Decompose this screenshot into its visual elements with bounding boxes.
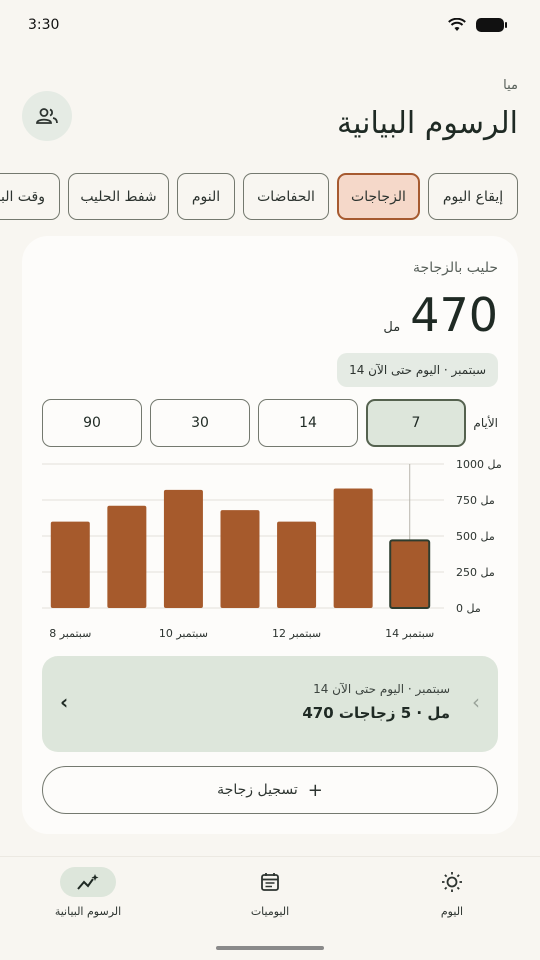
days-option-30[interactable]: 30 (150, 399, 250, 447)
days-option-7[interactable]: 7 (366, 399, 466, 447)
home-indicator[interactable] (216, 946, 324, 950)
x-tick-label: 12 سبتمبر (272, 627, 321, 640)
y-tick-label: 250 مل (456, 566, 495, 579)
status-time: 3:30 (28, 17, 60, 33)
bar (277, 521, 317, 608)
nav-today-label: اليوم (440, 905, 464, 918)
y-tick-label: 750 مل (456, 494, 495, 507)
y-tick-label: 0 مل (456, 602, 481, 615)
chip-diapers[interactable]: الحفاضات (243, 173, 329, 220)
plus-icon: + (307, 779, 323, 801)
chart-sparkle-icon (60, 867, 116, 897)
log-bottle-label: تسجيل زجاجة (217, 782, 298, 798)
day-summary[interactable]: ‹ 14 سبتمبر · اليوم حتى الآن 470 مل · 5 … (42, 656, 498, 752)
bar (220, 510, 260, 608)
status-icons (448, 18, 507, 32)
bottle-stats-card: حليب بالزجاجة مل 470 14 سبتمبر · اليوم ح… (22, 236, 518, 834)
calendar-icon (242, 867, 298, 897)
profiles-button[interactable] (22, 91, 72, 141)
bar (333, 488, 373, 608)
days-label: الأيام (473, 416, 498, 430)
bar (50, 521, 90, 608)
bar (163, 489, 203, 608)
people-icon (36, 108, 58, 124)
bar (107, 505, 147, 608)
total-amount: مل 470 (383, 288, 498, 342)
chip-bottles[interactable]: الزجاجات (337, 173, 420, 220)
log-bottle-button[interactable]: تسجيل زجاجة + (42, 766, 498, 814)
nav-charts-label: الرسوم البيانية (54, 905, 122, 918)
child-name: ميا (503, 78, 518, 93)
x-tick-label: 10 سبتمبر (159, 627, 208, 640)
nav-today[interactable]: اليوم (392, 867, 512, 918)
page-title: الرسوم البيانية (337, 106, 518, 141)
card-label: حليب بالزجاجة (413, 260, 498, 276)
chevron-left-icon[interactable]: ‹ (60, 690, 68, 714)
y-tick-label: 500 مل (456, 530, 495, 543)
chip-tummy-time[interactable]: وقت البطن (0, 173, 60, 220)
date-range-pill: 14 سبتمبر · اليوم حتى الآن (337, 353, 498, 387)
nav-charts[interactable]: الرسوم البيانية (28, 867, 148, 918)
x-tick-label: 14 سبتمبر (385, 627, 434, 640)
chip-day-rhythm[interactable]: إيقاع اليوم (428, 173, 518, 220)
chevron-right-icon[interactable]: ‹ (472, 690, 480, 714)
y-tick-label: 1000 مل (456, 458, 502, 471)
bottom-navigation: الرسوم البيانية اليوميات اليوم (0, 856, 540, 960)
chip-pumping[interactable]: شفط الحليب (68, 173, 169, 220)
sun-icon (424, 867, 480, 897)
bar-highlighted (389, 539, 431, 609)
days-option-14[interactable]: 14 (258, 399, 358, 447)
x-tick-label: 8 سبتمبر (49, 627, 91, 640)
days-option-90[interactable]: 90 (42, 399, 142, 447)
bottle-bar-chart: 0 مل 250 مل 500 مل 750 مل 1000 مل 8 سبتمبر 10 … (42, 458, 502, 640)
amount-value: 470 (410, 288, 498, 342)
summary-totals: 470 مل · 5 زجاجات (302, 704, 450, 722)
wifi-icon (448, 18, 466, 31)
status-bar: 3:30 (0, 0, 540, 52)
summary-date: 14 سبتمبر · اليوم حتى الآن (313, 682, 450, 696)
amount-unit: مل (383, 320, 401, 335)
nav-journal-label: اليوميات (250, 905, 290, 918)
battery-icon (476, 18, 507, 32)
chip-sleep[interactable]: النوم (177, 173, 235, 220)
category-chips: إيقاع اليوم الزجاجات الحفاضات النوم شفط … (0, 173, 540, 221)
nav-journal[interactable]: اليوميات (210, 867, 330, 918)
